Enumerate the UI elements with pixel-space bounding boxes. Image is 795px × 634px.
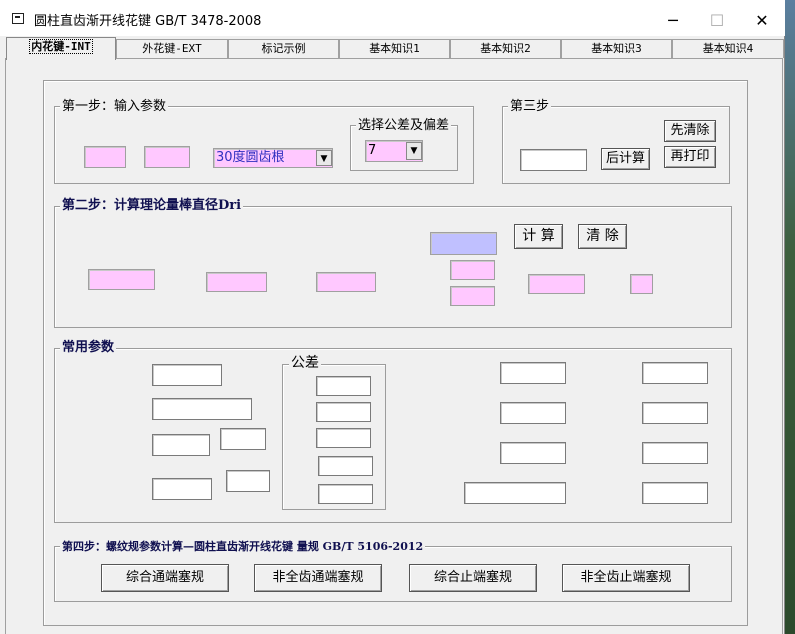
step1-title: 第一步：输入参数 (60, 99, 169, 114)
step2-output-6[interactable] (528, 274, 585, 294)
common-field-7[interactable] (500, 362, 566, 384)
step2-output-7[interactable] (630, 274, 653, 294)
calculate-button[interactable]: 计 算 (514, 224, 563, 249)
tolerance-field-1[interactable] (316, 376, 371, 396)
nogo-gauge-partial-button[interactable]: 非全齿止端塞规 (562, 564, 690, 592)
step2-frame (54, 206, 732, 328)
tolerance-field-2[interactable] (316, 402, 371, 422)
tolerance-field-5[interactable] (318, 484, 373, 504)
root-type-value: 30度圆齿根 (216, 150, 285, 165)
tab-label: 内花键-INT (29, 39, 93, 54)
tab-basics-4[interactable]: 基本知识4 (672, 39, 784, 58)
calculate-after-button[interactable]: 后计算 (601, 148, 650, 170)
step2-output-5[interactable] (450, 286, 495, 306)
step2-result-blue[interactable] (430, 232, 497, 255)
go-gauge-full-button[interactable]: 综合通端塞规 (101, 564, 229, 592)
tolerance-group-title: 选择公差及偏差 (356, 118, 452, 133)
tolerance-value: 7 (368, 143, 377, 158)
step3-input[interactable] (520, 149, 587, 171)
tolerance-frame-title: 公差 (289, 355, 321, 371)
tab-basics-3[interactable]: 基本知识3 (561, 39, 672, 58)
step1-input-2[interactable] (144, 146, 190, 168)
close-button[interactable]: ✕ (739, 6, 785, 36)
common-field-5[interactable] (152, 478, 212, 500)
tab-internal-spline[interactable]: 内花键-INT (6, 37, 116, 60)
common-params-title: 常用参数 (60, 340, 117, 355)
nogo-gauge-full-button[interactable]: 综合止端塞规 (409, 564, 537, 592)
print-again-button[interactable]: 再打印 (664, 146, 716, 168)
common-field-6[interactable] (226, 470, 270, 492)
maximize-button[interactable]: ☐ (694, 6, 740, 36)
chevron-down-icon[interactable]: ▼ (316, 150, 332, 166)
window-title: 圆柱直齿渐开线花键 GB/T 3478-2008 (34, 14, 262, 29)
step2-output-2[interactable] (206, 272, 267, 292)
step3-title: 第三步 (508, 99, 552, 114)
go-gauge-partial-button[interactable]: 非全齿通端塞规 (254, 564, 382, 592)
tab-basics-1[interactable]: 基本知识1 (339, 39, 450, 58)
common-field-13[interactable] (642, 442, 708, 464)
step4-title: 第四步：螺纹规参数计算—圆柱直齿渐开线花键 量规 GB/T 5106-2012 (60, 539, 426, 554)
clear-first-button[interactable]: 先清除 (664, 120, 716, 142)
step1-input-1[interactable] (84, 146, 126, 168)
common-field-9[interactable] (500, 442, 566, 464)
root-type-select[interactable]: 30度圆齿根 ▼ (213, 148, 333, 168)
minimize-button[interactable]: ─ (650, 6, 696, 36)
step2-title: 第二步：计算理论量棒直径Dri (60, 198, 244, 213)
common-field-12[interactable] (642, 402, 708, 424)
common-field-1[interactable] (152, 364, 222, 386)
tolerance-select[interactable]: 7 ▼ (365, 140, 423, 162)
common-field-4[interactable] (220, 428, 266, 450)
common-field-11[interactable] (642, 362, 708, 384)
clear-button[interactable]: 清 除 (578, 224, 627, 249)
common-field-10[interactable] (464, 482, 566, 504)
tab-marking-examples[interactable]: 标记示例 (228, 39, 339, 58)
common-field-14[interactable] (642, 482, 708, 504)
tab-basics-2[interactable]: 基本知识2 (450, 39, 561, 58)
step2-output-3[interactable] (316, 272, 376, 292)
tolerance-field-4[interactable] (318, 456, 373, 476)
title-bar[interactable]: 圆柱直齿渐开线花键 GB/T 3478-2008 ─ ☐ ✕ (0, 0, 785, 36)
app-icon (12, 13, 24, 24)
tab-external-spline[interactable]: 外花键-EXT (116, 39, 228, 58)
chevron-down-icon[interactable]: ▼ (406, 142, 422, 160)
step2-output-4[interactable] (450, 260, 495, 280)
tolerance-field-3[interactable] (316, 428, 371, 448)
common-field-8[interactable] (500, 402, 566, 424)
common-field-2[interactable] (152, 398, 252, 420)
step2-output-1[interactable] (88, 269, 155, 290)
step3-frame (502, 106, 730, 184)
common-field-3[interactable] (152, 434, 210, 456)
